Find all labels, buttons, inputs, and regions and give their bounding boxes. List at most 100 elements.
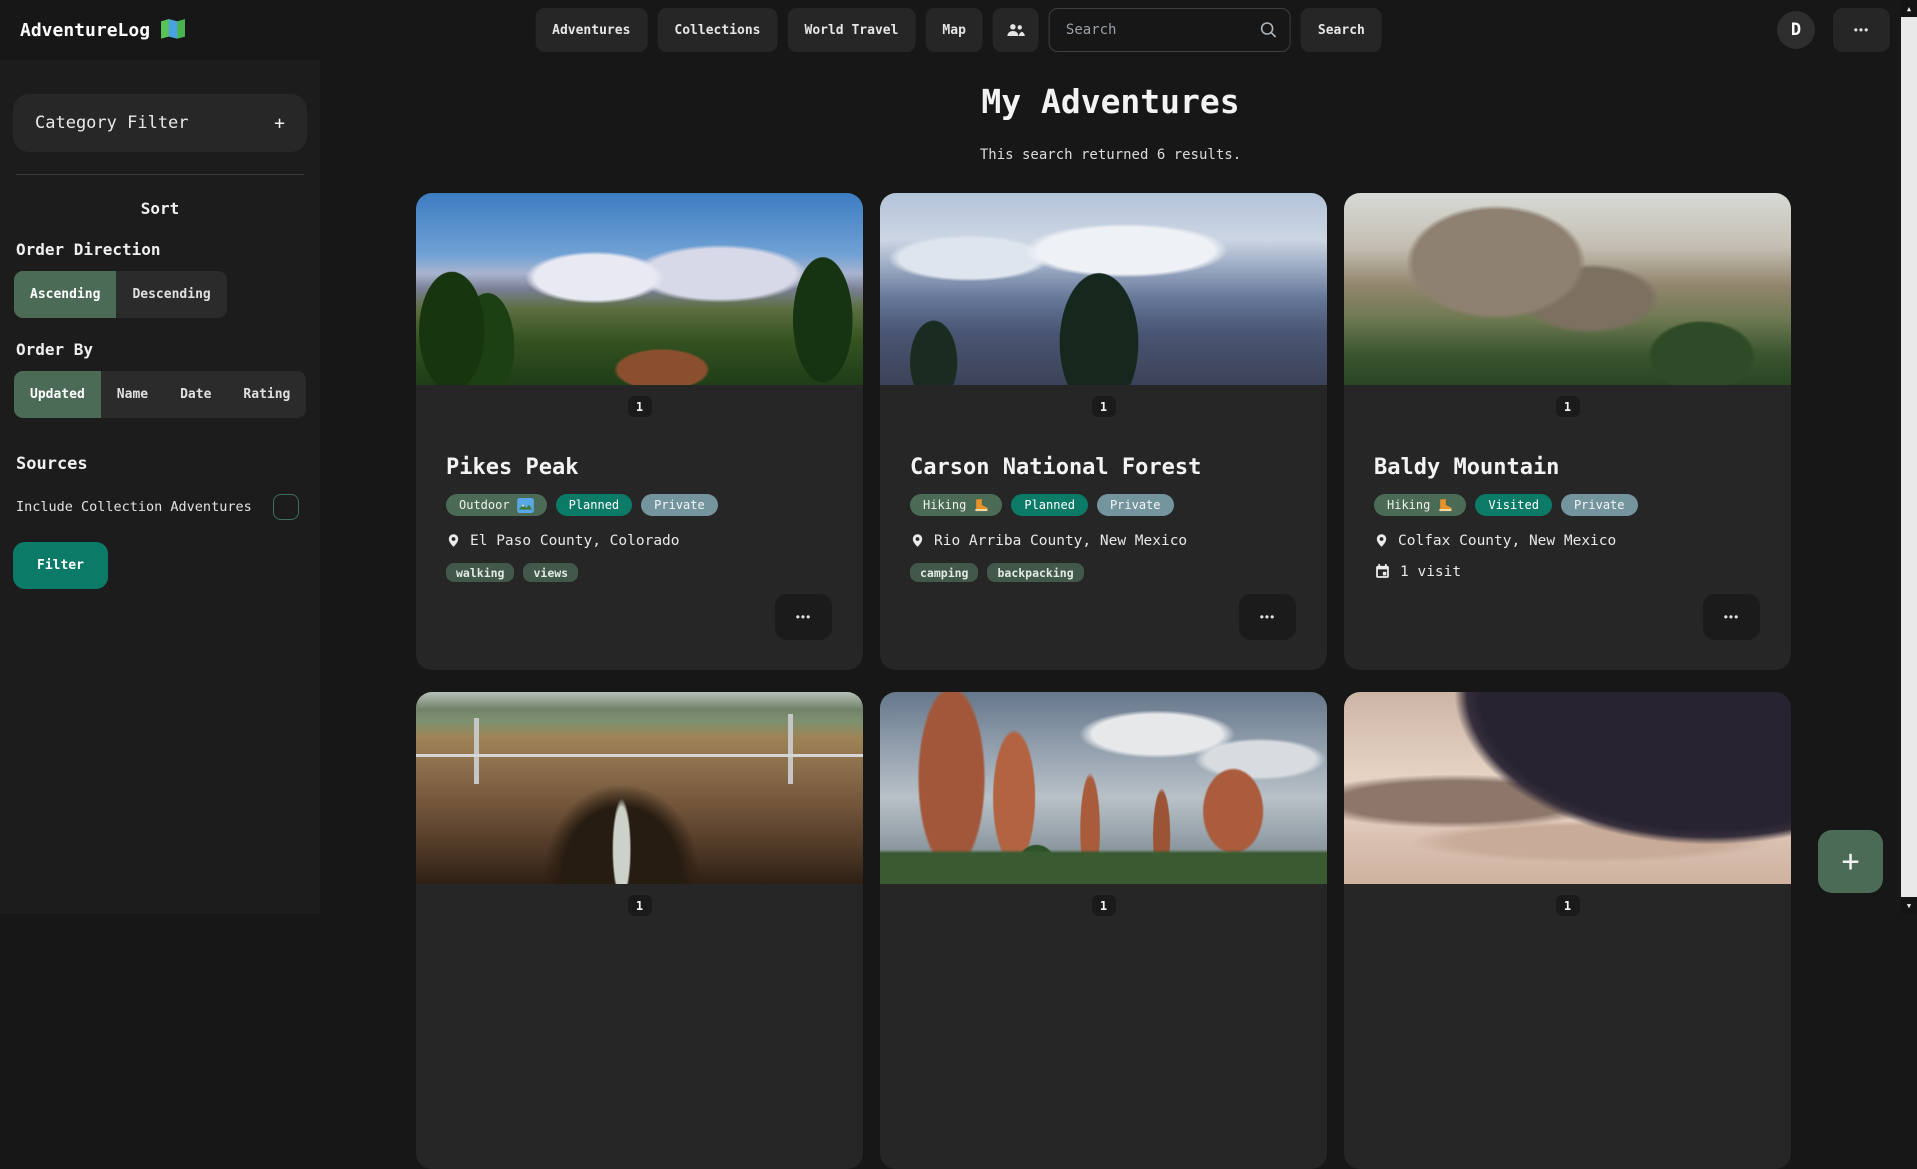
category-filter-toggle[interactable]: Category Filter + — [13, 94, 307, 152]
card-menu-button[interactable]: ••• — [1703, 594, 1760, 640]
order-by-rating-button[interactable]: Rating — [227, 371, 306, 418]
nav-map-button[interactable]: Map — [925, 8, 982, 52]
nav-adventures-button[interactable]: Adventures — [535, 8, 647, 52]
adventure-card: 1 — [1344, 692, 1791, 1169]
tag-row: walking views — [446, 563, 833, 582]
scrollbar[interactable]: ▲ ▼ — [1901, 0, 1917, 914]
location-row: Colfax County, New Mexico — [1374, 531, 1761, 550]
image-count-badge: 1 — [628, 895, 652, 916]
tag: camping — [910, 563, 978, 582]
search-field-wrap — [1049, 8, 1291, 52]
ellipsis-icon: ••• — [796, 610, 812, 624]
search-button[interactable]: Search — [1301, 8, 1382, 52]
adventure-photo — [416, 193, 863, 385]
nav-menu: Adventures Collections World Travel Map … — [535, 8, 1382, 52]
adventure-card: 1 Baldy Mountain Hiking Visited Private — [1344, 193, 1791, 670]
shared-users-button[interactable] — [993, 8, 1039, 52]
status-badge: Planned — [556, 494, 633, 516]
include-collection-row: Include Collection Adventures — [16, 494, 307, 520]
badge-row: Hiking Visited Private — [1374, 494, 1761, 516]
category-badge: Hiking — [910, 494, 1002, 516]
nav-world-travel-button[interactable]: World Travel — [788, 8, 916, 52]
order-direction-label: Order Direction — [16, 240, 307, 259]
card-menu-button[interactable]: ••• — [1239, 594, 1296, 640]
card-body: Pikes Peak Outdoor Planned Private — [416, 455, 863, 582]
nav-collections-button[interactable]: Collections — [657, 8, 777, 52]
app-title: AdventureLog — [20, 20, 150, 41]
results-count-text: This search returned 6 results. — [320, 147, 1901, 163]
tag: backpacking — [987, 563, 1083, 582]
order-descending-button[interactable]: Descending — [116, 271, 226, 318]
category-filter-label: Category Filter — [35, 113, 189, 133]
adventure-photo — [880, 193, 1327, 385]
adventure-card: 1 — [416, 692, 863, 1169]
scroll-down-button[interactable]: ▼ — [1901, 897, 1917, 914]
adventure-photo — [1344, 193, 1791, 385]
tag-row: camping backpacking — [910, 563, 1297, 582]
main-content: My Adventures This search returned 6 res… — [320, 60, 1901, 914]
navbar-more-button[interactable]: ••• — [1833, 8, 1890, 52]
visit-row: 1 visit — [1374, 563, 1761, 580]
adventure-grid: 1 Pikes Peak Outdoor Planned Private — [416, 193, 1901, 1169]
sidebar-divider — [16, 174, 304, 175]
image-count-badge: 1 — [1092, 396, 1116, 417]
hiking-boot-emoji-icon — [1437, 498, 1453, 512]
sources-heading: Sources — [16, 454, 307, 474]
image-count-badge: 1 — [1556, 396, 1580, 417]
plus-icon: + — [1841, 844, 1859, 879]
status-badge: Visited — [1475, 494, 1552, 516]
include-collection-label: Include Collection Adventures — [16, 499, 252, 515]
category-badge: Hiking — [1374, 494, 1466, 516]
card-menu-button[interactable]: ••• — [775, 594, 832, 640]
order-ascending-button[interactable]: Ascending — [14, 271, 116, 318]
adventure-title-link[interactable]: Carson National Forest — [910, 455, 1297, 480]
order-by-name-button[interactable]: Name — [101, 371, 164, 418]
adventure-card: 1 — [880, 692, 1327, 1169]
adventure-card: 1 Carson National Forest Hiking Planned … — [880, 193, 1327, 670]
location-text: El Paso County, Colorado — [470, 533, 680, 549]
expand-plus-icon: + — [274, 113, 285, 134]
badge-row: Outdoor Planned Private — [446, 494, 833, 516]
order-direction-group: Ascending Descending — [14, 271, 227, 318]
visibility-badge: Private — [1097, 494, 1174, 516]
image-count-badge: 1 — [1556, 895, 1580, 916]
navbar-right: D ••• — [1777, 8, 1890, 52]
adventure-card: 1 Pikes Peak Outdoor Planned Private — [416, 193, 863, 670]
adventure-title-link[interactable]: Pikes Peak — [446, 455, 833, 480]
user-avatar[interactable]: D — [1777, 11, 1815, 49]
search-input[interactable] — [1049, 8, 1291, 52]
location-text: Colfax County, New Mexico — [1398, 533, 1616, 549]
adventure-photo — [880, 692, 1327, 884]
adventure-title-link[interactable]: Baldy Mountain — [1374, 455, 1761, 480]
hiking-boot-emoji-icon — [973, 498, 989, 512]
page-title: My Adventures — [320, 82, 1901, 121]
scrollbar-track[interactable] — [1901, 17, 1917, 897]
app-logo[interactable]: AdventureLog — [20, 18, 186, 42]
location-text: Rio Arriba County, New Mexico — [934, 533, 1187, 549]
location-row: El Paso County, Colorado — [446, 531, 833, 550]
location-pin-icon — [446, 531, 461, 550]
sort-heading: Sort — [13, 199, 307, 218]
category-badge: Outdoor — [446, 494, 547, 516]
badge-row: Hiking Planned Private — [910, 494, 1297, 516]
apply-filter-button[interactable]: Filter — [13, 542, 108, 589]
users-group-icon — [1005, 23, 1027, 38]
order-by-group: Updated Name Date Rating — [14, 371, 306, 418]
add-adventure-button[interactable]: + — [1818, 830, 1883, 893]
location-pin-icon — [1374, 531, 1389, 550]
card-body: Carson National Forest Hiking Planned Pr… — [880, 455, 1327, 582]
visit-count-text: 1 visit — [1400, 564, 1461, 580]
order-by-updated-button[interactable]: Updated — [14, 371, 101, 418]
location-row: Rio Arriba County, New Mexico — [910, 531, 1297, 550]
order-by-date-button[interactable]: Date — [164, 371, 227, 418]
location-pin-icon — [910, 531, 925, 550]
national-park-emoji-icon — [517, 498, 534, 513]
image-count-badge: 1 — [1092, 895, 1116, 916]
filter-sidebar: Category Filter + Sort Order Direction A… — [0, 60, 320, 914]
include-collection-checkbox[interactable] — [273, 494, 299, 520]
map-logo-icon — [160, 18, 186, 42]
ellipsis-icon: ••• — [1854, 23, 1870, 37]
status-badge: Planned — [1011, 494, 1088, 516]
scroll-up-button[interactable]: ▲ — [1901, 0, 1917, 17]
tag: views — [523, 563, 578, 582]
